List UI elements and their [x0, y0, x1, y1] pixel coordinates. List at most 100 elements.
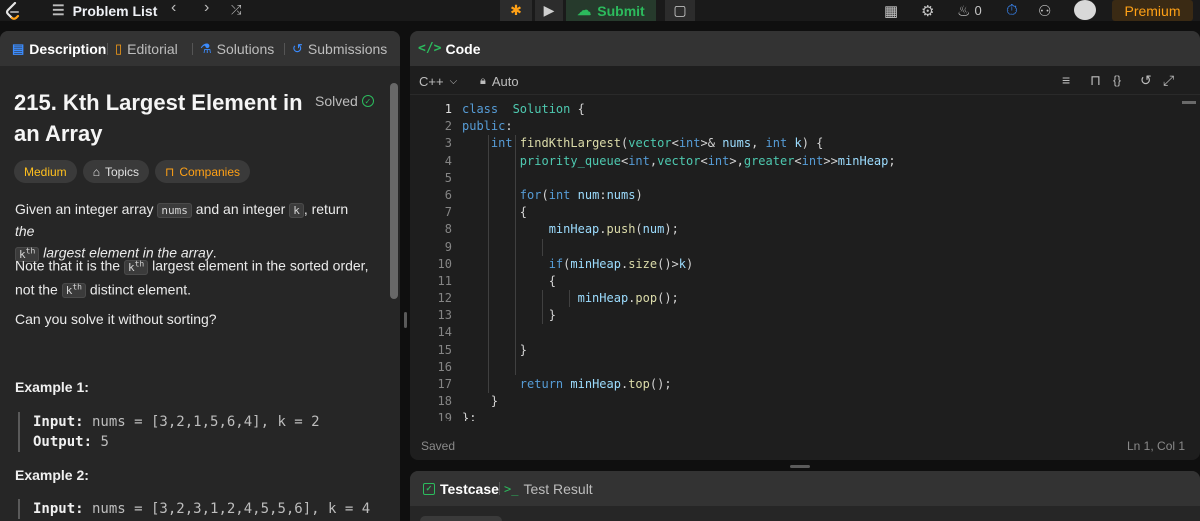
code-line: minHeap.pop(); [577, 291, 679, 306]
difficulty-badge: Medium [14, 160, 77, 183]
inline-code-kth: kth [123, 259, 149, 275]
list-icon: ☰ [52, 2, 65, 18]
topics-label: Topics [104, 164, 139, 179]
line-number: 10 [437, 256, 452, 271]
notes-button[interactable]: ▢ [665, 0, 695, 21]
tab-solutions-label: Solutions [216, 40, 275, 57]
tag-row: Medium ⌂ Topics ⊓ Companies [14, 160, 251, 183]
code-panel: </> Code C++ ⌵ 🔒︎ Auto ≡ ⊓ {} ↺ ⤢ 1 2 3 … [410, 31, 1200, 460]
code-line: } [462, 394, 499, 409]
input-value: nums = [3,2,3,1,2,4,5,5,6], k = 4 [83, 501, 371, 517]
line-number: 4 [444, 153, 452, 168]
tab-submissions[interactable]: ↺ Submissions [292, 31, 387, 66]
run-button[interactable]: ▶ [535, 0, 563, 21]
line-number: 15 [437, 342, 452, 357]
prev-problem-button[interactable]: ‹ [171, 0, 176, 17]
premium-button[interactable]: Premium [1112, 0, 1193, 21]
line-number: 5 [444, 170, 452, 185]
companies-button[interactable]: ⊓ Companies [154, 160, 251, 183]
tab-testcase[interactable]: ✓ Testcase [423, 471, 499, 506]
line-number: 17 [437, 377, 452, 391]
line-numbers: 1 2 3 4 5 6 7 8 9 10 11 12 13 14 15 16 1… [410, 101, 452, 421]
code-line: { [462, 205, 528, 220]
gear-icon[interactable]: ⚙ [921, 0, 934, 21]
input-label: Input: [33, 414, 84, 430]
auto-mode-toggle[interactable]: 🔒︎ Auto [480, 74, 519, 89]
problem-list-label: Problem List [72, 2, 158, 19]
topics-button[interactable]: ⌂ Topics [82, 160, 149, 183]
debug-button[interactable]: ✱ [500, 0, 532, 21]
code-line: public: [462, 119, 513, 134]
companies-label: Companies [179, 164, 241, 179]
expand-icon[interactable]: ⤢ [1163, 72, 1174, 89]
submit-label: Submit [597, 2, 645, 19]
language-label: C++ [419, 74, 444, 89]
code-line: } [462, 342, 528, 357]
desc-text: Note that it is the [15, 257, 124, 274]
example-1-block: Input: nums = [3,2,1,5,6,4], k = 2 Outpu… [18, 412, 378, 452]
code-panel-header: </> Code [410, 31, 1200, 66]
streak-counter[interactable]: ♨ 0 [957, 0, 982, 21]
reset-icon[interactable]: ↺ [1140, 72, 1152, 89]
submit-button[interactable]: ☁ Submit [566, 0, 656, 21]
tag-icon: ⌂ [92, 164, 100, 179]
leetcode-logo[interactable] [0, 0, 26, 21]
desc-text: and an integer [191, 201, 290, 217]
layout-icon[interactable]: ▦ [884, 0, 898, 21]
problem-list-nav[interactable]: ☰ Problem List [52, 0, 157, 21]
status-badge: Solved ✓ [315, 93, 374, 109]
note-icon: ▢ [673, 2, 687, 18]
inline-code-k: k [289, 203, 304, 218]
avatar[interactable] [1074, 0, 1096, 20]
code-line: priority_queue<int,vector<int>,greater<i… [519, 153, 896, 168]
description-scrollbar[interactable] [390, 83, 398, 299]
desc-italic: the [15, 223, 35, 239]
leetcode-app: ☰ Problem List ‹ › ⤮ ✱ ▶ ☁ Submit ▢ ▦ ⚙ … [0, 0, 1200, 521]
line-number: 14 [437, 325, 452, 340]
tab-test-result[interactable]: >_ Test Result [504, 471, 593, 506]
bookmark-icon[interactable]: ⊓ [1090, 72, 1101, 89]
kth-sup: th [134, 259, 145, 268]
testcase-tabs: ✓ Testcase >_ Test Result [410, 471, 1200, 506]
tab-editorial[interactable]: ▯ Editorial [115, 31, 178, 66]
streak-count: 0 [974, 3, 982, 18]
tab-description-label: Description [29, 40, 107, 57]
line-number: 3 [444, 136, 452, 151]
vertical-resize-handle[interactable] [404, 312, 407, 328]
code-editor[interactable]: 1 2 3 4 5 6 7 8 9 10 11 12 13 14 15 16 1… [410, 101, 1200, 421]
inline-code-kth: kth [61, 283, 86, 299]
shuffle-icon[interactable]: ⤮ [231, 2, 241, 18]
horizontal-resize-handle[interactable] [790, 465, 810, 468]
example-2-block: Input: nums = [3,2,3,1,2,4,5,5,6], k = 4 [18, 499, 378, 519]
tab-solutions[interactable]: ⚗ Solutions [200, 31, 274, 66]
terminal-icon: >_ [504, 481, 519, 496]
output-value: 5 [92, 434, 109, 450]
code-line: }; [462, 411, 477, 421]
description-paragraph-2: Note that it is the kth largest element … [15, 254, 370, 301]
timer-icon[interactable]: ⏱ [1006, 0, 1018, 21]
format-icon[interactable]: ≡ [1062, 72, 1070, 88]
line-number: 6 [444, 187, 452, 202]
braces-icon[interactable]: {} [1113, 73, 1121, 87]
code-line: class Solution { [462, 102, 585, 116]
code-tab[interactable]: </> Code [418, 31, 480, 66]
description-tabs: ▤ Description ▯ Editorial ⚗ Solutions ↺ … [0, 31, 400, 66]
case-chip[interactable] [420, 516, 502, 521]
line-number: 18 [437, 394, 452, 409]
page-title: 215. Kth Largest Element in an Array [14, 90, 303, 146]
description-paragraph-3: Can you solve it without sorting? [15, 311, 217, 327]
editor-scrollbar[interactable] [1182, 101, 1196, 104]
example-2-title: Example 2: [15, 467, 89, 483]
add-friend-icon[interactable]: ⚇ [1038, 0, 1051, 21]
save-status: Saved [421, 439, 456, 453]
document-icon: ▤ [12, 40, 25, 56]
cursor-position: Ln 1, Col 1 [1127, 439, 1186, 453]
tab-description[interactable]: ▤ Description [12, 31, 106, 66]
kth-base: k [127, 260, 135, 274]
chevron-down-icon: ⌵ [449, 76, 458, 87]
line-number: 19 [437, 411, 452, 421]
example-1-title: Example 1: [15, 379, 89, 395]
next-problem-button[interactable]: › [204, 0, 209, 17]
input-label: Input: [33, 501, 84, 517]
language-select[interactable]: C++ ⌵ [419, 74, 457, 89]
